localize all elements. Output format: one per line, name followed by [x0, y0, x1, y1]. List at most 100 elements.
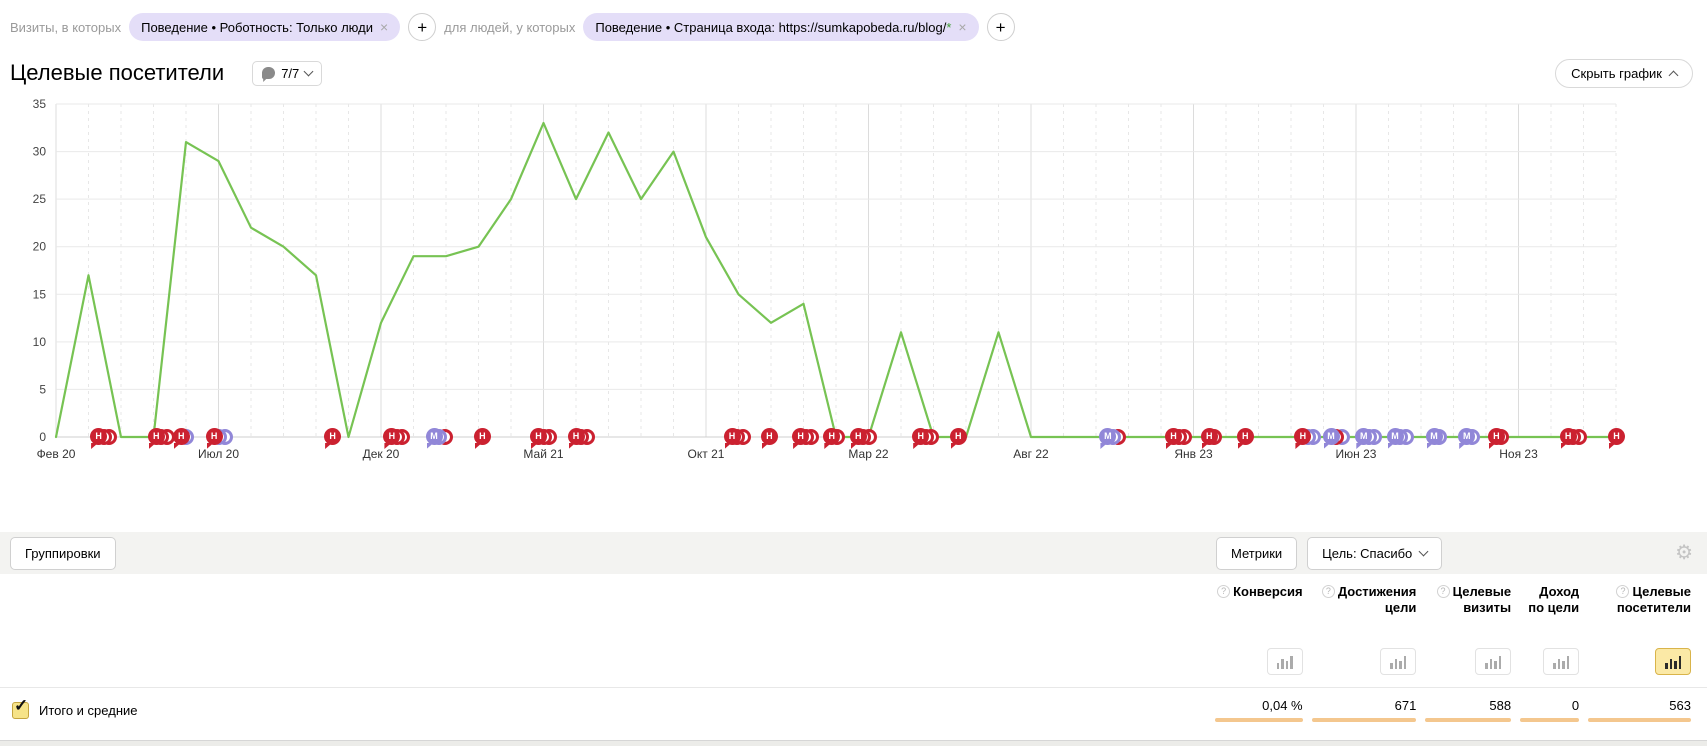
check-icon: ✓	[14, 696, 28, 716]
metric-column-label: Доход по цели	[1520, 584, 1579, 648]
help-icon[interactable]: ?	[1322, 585, 1335, 598]
bar-chart-icon	[1553, 656, 1569, 669]
filter-chip-landing-page-text: Поведение • Страница входа: https://sumk…	[595, 20, 951, 35]
bar-chart-metric-toggle-icon[interactable]	[1475, 648, 1511, 675]
comment-bubble-icon: Н	[568, 428, 585, 445]
filter-chip-robotness[interactable]: Поведение • Роботность: Только люди ×	[129, 13, 400, 41]
comment-marker-h[interactable]: Н	[823, 428, 840, 445]
comment-marker-h[interactable]: Н	[173, 428, 190, 445]
metric-total-value: 0	[1572, 698, 1579, 713]
comment-marker-m[interactable]: М	[1387, 428, 1404, 445]
filter-bar: Визиты, в которых Поведение • Роботность…	[0, 0, 1707, 48]
add-visit-filter-button[interactable]: +	[408, 13, 436, 41]
comment-marker-h[interactable]: Н	[530, 428, 547, 445]
filter-chip-robotness-text: Поведение • Роботность: Только люди	[141, 20, 373, 35]
visits-filter-label: Визиты, в которых	[10, 20, 121, 35]
comment-bubble-icon: Н	[90, 428, 107, 445]
hide-chart-button[interactable]: Скрыть график	[1555, 59, 1693, 88]
metric-column-header: ?Конверсия	[1215, 584, 1303, 675]
comment-marker-h[interactable]: Н	[1560, 428, 1577, 445]
metric-column-label: ?Целевые визиты	[1425, 584, 1511, 648]
comment-bubble-icon: Н	[724, 428, 741, 445]
comments-badge[interactable]: 7/7	[252, 61, 322, 86]
comment-bubble-icon: Н	[1237, 428, 1254, 445]
comment-marker-h[interactable]: Н	[1237, 428, 1254, 445]
comment-marker-h[interactable]: Н	[792, 428, 809, 445]
metric-column-label: ?Целевые посетители	[1588, 584, 1691, 648]
totals-row: ✓ Итого и средние 0,04 %6715880563	[0, 687, 1707, 732]
close-icon[interactable]: ×	[380, 19, 388, 35]
plus-icon: +	[417, 19, 427, 36]
bar-chart-metric-toggle-icon[interactable]	[1655, 648, 1691, 675]
comment-marker-h[interactable]: Н	[1165, 428, 1182, 445]
bar-chart-metric-toggle-icon[interactable]	[1380, 648, 1416, 675]
comment-marker-h[interactable]: Н	[206, 428, 223, 445]
comment-bubble-icon: Н	[761, 428, 778, 445]
comment-marker-m[interactable]: М	[1426, 428, 1443, 445]
comment-bubble-icon: Н	[1560, 428, 1577, 445]
value-underline	[1215, 718, 1303, 722]
bar-chart-metric-toggle-icon[interactable]	[1543, 648, 1579, 675]
close-icon[interactable]: ×	[958, 19, 966, 35]
comment-marker-h[interactable]: Н	[724, 428, 741, 445]
comment-marker-h[interactable]: Н	[1488, 428, 1505, 445]
comment-marker-h[interactable]: Н	[148, 428, 165, 445]
value-underline	[1425, 718, 1511, 722]
comment-marker-m[interactable]: М	[1099, 428, 1116, 445]
value-underline	[1588, 718, 1691, 722]
comment-bubble-icon: М	[426, 428, 443, 445]
metric-column-header: ?Целевые визиты	[1425, 584, 1511, 675]
visitors-line-chart: 05101520253035Фев 20Июл 20Дек 20Май 21Ок…	[8, 94, 1688, 476]
comment-bubble-icon: Н	[1165, 428, 1182, 445]
metric-total-cell: 0	[1520, 698, 1579, 722]
help-icon[interactable]: ?	[1437, 585, 1450, 598]
comment-marker-h[interactable]: Н	[383, 428, 400, 445]
metric-total-cell: 588	[1425, 698, 1511, 722]
comment-marker-m[interactable]: М	[1458, 428, 1475, 445]
metrics-table-header: ?Конверсия?Достижения цели?Целевые визит…	[0, 574, 1707, 675]
help-icon[interactable]: ?	[1217, 585, 1230, 598]
comment-marker-h[interactable]: Н	[912, 428, 929, 445]
comment-marker-h[interactable]: Н	[1294, 428, 1311, 445]
metrics-button[interactable]: Метрики	[1216, 537, 1297, 570]
groupings-button[interactable]: Группировки	[10, 537, 116, 570]
chart-header: Целевые посетители 7/7 Скрыть график	[0, 48, 1707, 94]
goal-select[interactable]: Цель: Спасибо	[1307, 537, 1442, 570]
comment-marker-h[interactable]: Н	[474, 428, 491, 445]
comment-marker-m[interactable]: М	[1355, 428, 1372, 445]
help-icon[interactable]: ?	[1616, 585, 1629, 598]
metric-column-label: ?Достижения цели	[1312, 584, 1417, 648]
comment-bubble-icon: Н	[850, 428, 867, 445]
add-people-filter-button[interactable]: +	[987, 13, 1015, 41]
metric-column-title: Конверсия	[1233, 584, 1303, 599]
people-filter-label: для людей, у которых	[444, 20, 575, 35]
totals-checkbox[interactable]: ✓	[12, 702, 29, 719]
chevron-up-icon	[1669, 70, 1679, 80]
comment-marker-m[interactable]: М	[1323, 428, 1340, 445]
comment-marker-h[interactable]: Н	[324, 428, 341, 445]
comment-bubble-icon: Н	[950, 428, 967, 445]
comment-bubble-icon: Н	[1608, 428, 1625, 445]
metric-total-cell: 671	[1312, 698, 1417, 722]
comment-bubble-icon	[262, 67, 275, 79]
comment-marker-h[interactable]: Н	[850, 428, 867, 445]
value-underline	[1520, 718, 1579, 722]
totals-label: Итого и средние	[39, 703, 137, 718]
metric-column-title: Достижения цели	[1338, 584, 1416, 615]
comment-bubble-icon: М	[1426, 428, 1443, 445]
gear-icon[interactable]: ⚙	[1675, 543, 1693, 563]
comment-marker-h[interactable]: Н	[1201, 428, 1218, 445]
comment-marker-h[interactable]: Н	[568, 428, 585, 445]
comment-marker-h[interactable]: Н	[950, 428, 967, 445]
comment-marker-m[interactable]: М	[426, 428, 443, 445]
url-wildcard: *	[946, 20, 951, 35]
bar-chart-metric-toggle-icon[interactable]	[1267, 648, 1303, 675]
comment-marker-h[interactable]: Н	[761, 428, 778, 445]
comment-bubble-icon: Н	[1201, 428, 1218, 445]
comment-marker-h[interactable]: Н	[90, 428, 107, 445]
metric-column-header: Доход по цели	[1520, 584, 1579, 675]
metric-total-value: 671	[1395, 698, 1417, 713]
filter-chip-landing-page[interactable]: Поведение • Страница входа: https://sumk…	[583, 13, 978, 41]
chevron-down-icon	[304, 66, 314, 76]
comment-marker-h[interactable]: Н	[1608, 428, 1625, 445]
